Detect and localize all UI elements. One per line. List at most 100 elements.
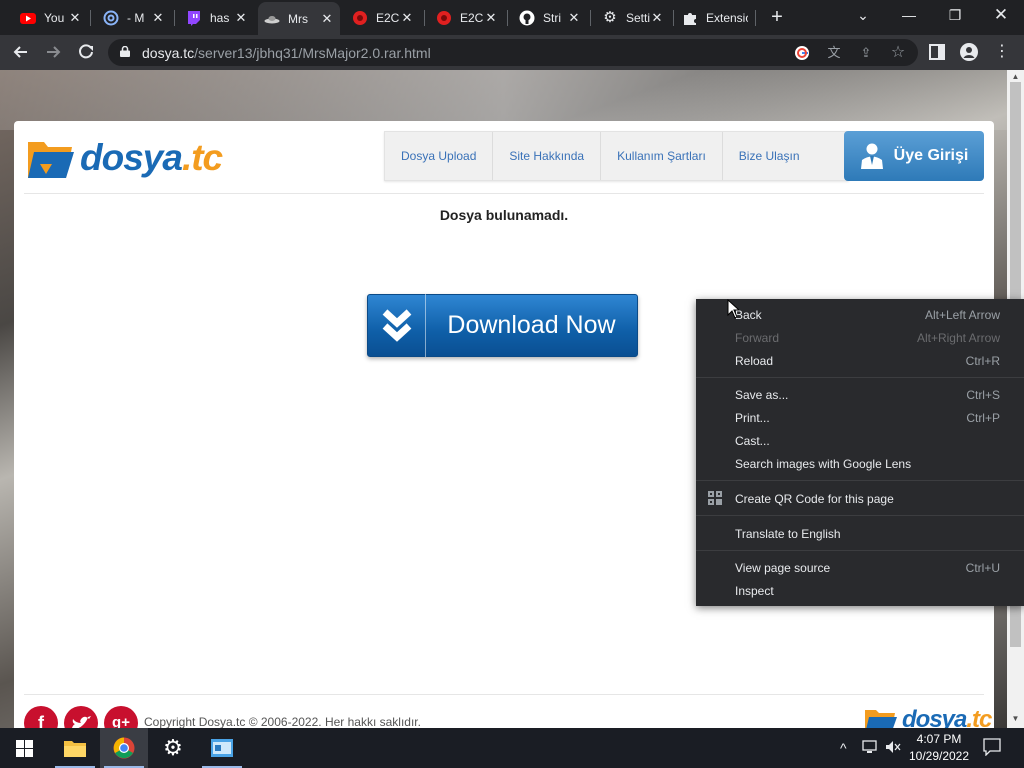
menu-item-cast[interactable]: Cast... [696,430,1024,452]
footer-divider [24,694,984,695]
tab-title: E2C [376,11,400,25]
reload-button[interactable] [75,41,97,63]
close-tab-icon[interactable]: ✕ [68,10,82,26]
google-icon[interactable] [792,43,812,63]
taskbar-file-explorer[interactable] [51,728,99,768]
tab-strip: You ✕ - M ✕ has ✕ Mrs ✕ E2C ✕ E2C ✕ Stri… [0,0,1024,35]
footer-logo[interactable]: dosya.tc [864,705,992,728]
folder-logo-icon [28,142,74,178]
start-button[interactable] [0,728,48,768]
menu-item-reload[interactable]: Reload Ctrl+R [696,350,1024,372]
tab-mail[interactable]: - M ✕ [97,4,171,32]
facebook-icon[interactable]: f [24,706,58,728]
taskbar-settings[interactable]: ⚙ [149,728,197,768]
forward-button[interactable] [42,41,64,63]
menu-item-qr-code[interactable]: Create QR Code for this page [696,488,1024,510]
notifications-icon[interactable] [983,738,1001,759]
menu-item-back[interactable]: Back Alt+Left Arrow [696,304,1024,326]
menu-item-view-source[interactable]: View page source Ctrl+U [696,557,1024,579]
taskbar-control-panel[interactable] [198,728,246,768]
twitter-icon[interactable] [64,706,98,728]
at-sign-icon [103,10,119,26]
tab-youtube[interactable]: You ✕ [14,4,88,32]
google-plus-icon[interactable]: g+ [104,706,138,728]
tab-divider [90,10,91,26]
url-text[interactable]: dosya.tc/server13/jbhq31/MrsMajor2.0.rar… [142,45,431,61]
nav-dosya-upload[interactable]: Dosya Upload [385,132,494,180]
tab-active-mrsmajor[interactable]: Mrs ✕ [258,2,340,35]
menu-separator [696,377,1024,378]
back-arrow-icon [13,46,27,58]
volume-muted-icon[interactable] [885,740,901,757]
side-panel-icon[interactable] [927,42,947,62]
tab-divider [424,10,425,26]
download-now-button[interactable]: Download Now [367,294,638,357]
tab-divider [590,10,591,26]
tab-title: Setti [626,11,650,25]
menu-item-google-lens[interactable]: Search images with Google Lens [696,453,1024,475]
share-icon[interactable]: ⇪ [856,43,876,63]
user-icon [860,143,883,169]
url-host: dosya.tc [142,45,195,61]
tab-title: You [44,11,65,25]
tab-title: Mrs [288,11,308,26]
more-menu-icon[interactable]: ⋮ [992,42,1012,62]
tab-title: - M [127,11,145,25]
lock-icon[interactable] [120,46,130,57]
folder-icon [64,741,86,757]
close-tab-icon[interactable]: ✕ [484,10,498,26]
tab-title: Extensio [706,11,748,25]
footer-logo-text: dosya.tc [902,706,992,728]
nav-site-hakkinda[interactable]: Site Hakkında [493,132,602,180]
tab-e2c-1[interactable]: E2C ✕ [346,4,420,32]
tab-twitch[interactable]: has ✕ [180,4,254,32]
clock-date: 10/29/2022 [908,749,970,763]
system-clock[interactable]: 4:07 PM 10/29/2022 [906,731,972,765]
close-tab-icon[interactable]: ✕ [234,10,248,26]
close-tab-icon[interactable]: ✕ [400,10,414,26]
tab-search-button[interactable]: ⌄ [840,0,886,32]
back-button[interactable] [10,41,32,63]
menu-item-save-as[interactable]: Save as... Ctrl+S [696,384,1024,406]
close-tab-icon[interactable]: ✕ [320,11,334,27]
menu-item-print[interactable]: Print... Ctrl+P [696,407,1024,429]
gear-icon: ⚙ [603,9,617,26]
close-tab-icon[interactable]: ✕ [650,10,664,26]
menu-item-inspect[interactable]: Inspect [696,580,1024,602]
github-icon [519,10,535,26]
bookmark-star-icon[interactable]: ☆ [888,43,908,63]
close-tab-icon[interactable]: ✕ [567,10,581,26]
tab-title: E2C [460,11,484,25]
copyright-text: Copyright Dosya.tc © 2006-2022. Her hakk… [144,715,421,728]
qr-code-icon [708,491,722,505]
new-tab-button[interactable]: + [766,6,788,28]
ufo-icon [264,11,280,27]
tab-extensions[interactable]: Extensio [676,4,754,32]
mouse-cursor-icon [727,299,739,319]
scroll-up-icon[interactable]: ▲ [1011,72,1020,81]
menu-item-translate[interactable]: Translate to English [696,523,1024,545]
login-button[interactable]: Üye Girişi [844,131,984,181]
tab-github[interactable]: Stri ✕ [513,4,587,32]
tab-settings[interactable]: ⚙ Setti ✕ [596,4,670,32]
url-path: /server13/jbhq31/MrsMajor2.0.rar.html [194,45,431,61]
menu-separator [696,550,1024,551]
minimize-button[interactable]: — [886,0,932,32]
address-bar[interactable]: dosya.tc/server13/jbhq31/MrsMajor2.0.rar… [108,39,918,66]
nav-kullanim-sartlari[interactable]: Kullanım Şartları [601,132,723,180]
network-icon[interactable] [862,740,878,757]
translate-icon[interactable]: 文 [824,43,844,63]
profile-avatar-icon[interactable] [959,42,979,62]
close-tab-icon[interactable]: ✕ [151,10,165,26]
nav-bize-ulasin[interactable]: Bize Ulaşın [723,132,848,180]
gear-icon: ⚙ [163,735,183,760]
tab-divider [673,10,674,26]
tab-e2c-2[interactable]: E2C ✕ [430,4,504,32]
chevron-up-icon[interactable]: ^ [840,740,847,756]
taskbar-chrome[interactable] [100,728,148,768]
control-panel-icon [211,739,233,757]
maximize-button[interactable]: ❐ [932,0,978,32]
site-logo[interactable]: dosya.tc [26,133,223,183]
close-window-button[interactable]: ✕ [978,0,1024,32]
scroll-down-icon[interactable]: ▼ [1011,714,1020,723]
